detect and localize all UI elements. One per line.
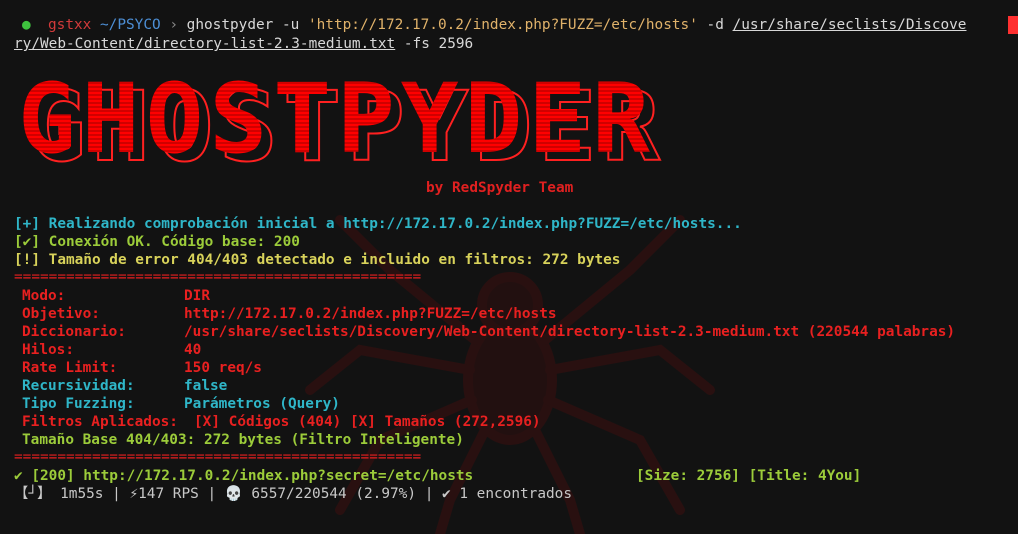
flag-fs: -fs 2596 [403,36,474,52]
config-tipo-value: Parámetros (Query) [184,396,340,412]
config-tipo-label: Tipo Fuzzing: [22,396,135,412]
banner-credit: by RedSpyder Team [426,180,574,196]
separator-bottom: ========================================… [14,449,422,465]
spinner-icon: 【┘】 [14,486,52,502]
config-modo-value: DIR [184,288,210,304]
prompt-user: gstxx [48,17,92,33]
config-rate-value: 150 req/s [184,360,262,376]
result-meta: [Size: 2756] [Title: 4You] [636,468,862,484]
config-tamano-base: Tamaño Base 404/403: 272 bytes (Filtro I… [22,432,464,448]
wordlist-path-cont: ry/Web-Content/directory-list-2.3-medium… [14,36,396,52]
skull-icon: 💀 [224,486,243,502]
config-diccionario-value: /usr/share/seclists/Discovery/Web-Conten… [184,324,956,340]
prompt-chevron: › [169,17,178,33]
command-line: ● gstxx ~/PSYCO › ghostpyder -u 'http://… [22,16,966,34]
check-connection: [✔] Conexión OK. Código base: 200 [14,234,300,250]
config-recursividad-value: false [184,378,228,394]
elapsed-time: 1m55s [60,486,104,502]
flag-u: -u [281,17,300,33]
config-diccionario-label: Diccionario: [22,324,126,340]
progress-count: 6557/220544 (2.97%) [251,486,417,502]
found-count: ✔ 1 encontrados [442,486,572,502]
command-name: ghostpyder [186,17,274,33]
result-found: ✔ [200] http://172.17.0.2/index.php?secr… [14,468,474,484]
terminal-cursor [1008,16,1018,34]
progress-status: 【┘】 1m55s | ⚡147 RPS | 💀 6557/220544 (2.… [14,486,572,502]
config-objetivo-value: http://172.17.0.2/index.php?FUZZ=/etc/ho… [184,306,557,322]
config-hilos-label: Hilos: [22,342,74,358]
flag-d: -d [706,17,724,33]
prompt-path: ~/PSYCO [100,17,161,33]
config-hilos-value: 40 [184,342,202,358]
config-filtros-label: Filtros Aplicados: [22,414,178,430]
wordlist-path: /usr/share/seclists/Discove [732,17,967,33]
check-error-size: [!] Tamaño de error 404/403 detectado e … [14,252,621,268]
banner-title: GHOSTPYDER [18,68,656,168]
ghostpyder-banner: GHOSTPYDER GHOSTPYDER [18,68,661,168]
separator-top: ========================================… [14,269,422,285]
config-objetivo-label: Objetivo: [22,306,100,322]
status-dot-icon: ● [22,17,31,33]
config-filtros-value: [X] Códigos (404) [X] Tamaños (272,2596) [194,414,541,430]
check-initial: [+] Realizando comprobación inicial a ht… [14,216,742,232]
command-line-wrap: ry/Web-Content/directory-list-2.3-medium… [14,35,473,53]
rps-counter: ⚡147 RPS [129,486,199,502]
url-argument: 'http://172.17.0.2/index.php?FUZZ=/etc/h… [307,17,698,33]
config-modo-label: Modo: [22,288,66,304]
config-rate-label: Rate Limit: [22,360,118,376]
config-recursividad-label: Recursividad: [22,378,135,394]
